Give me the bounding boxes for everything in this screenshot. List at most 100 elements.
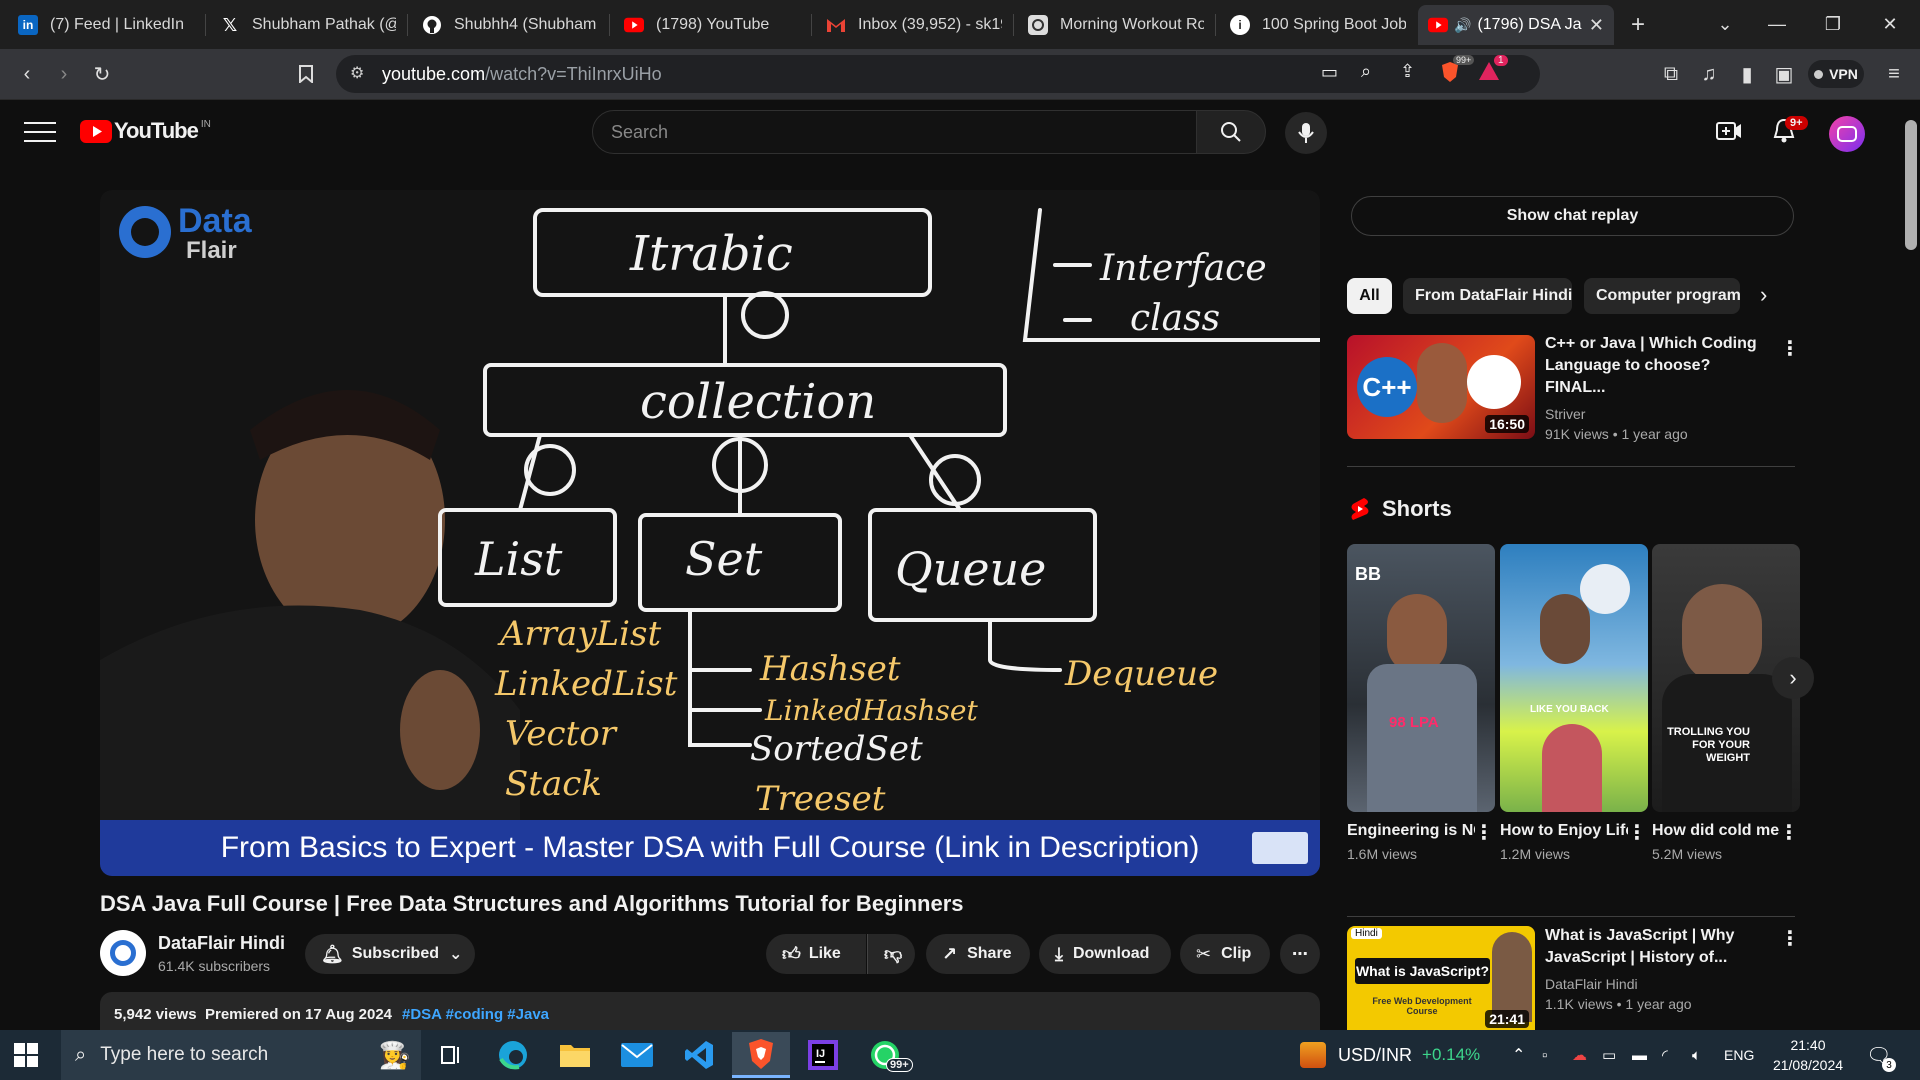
clock[interactable]: 21:40 21/08/2024: [1768, 1030, 1848, 1080]
onedrive-error-icon[interactable]: ☁: [1572, 1030, 1587, 1080]
close-tab-icon[interactable]: ✕: [1583, 15, 1604, 36]
short-menu-icon[interactable]: ⋮: [1779, 820, 1799, 845]
menu-icon[interactable]: ≡: [1879, 59, 1909, 89]
restore-button[interactable]: ❐: [1808, 0, 1858, 49]
board-sortedset-text: SortedSet: [750, 729, 923, 769]
zoom-icon[interactable]: ⌕: [1361, 61, 1371, 82]
whatsapp-icon[interactable]: 99+: [856, 1032, 914, 1078]
vpn-button[interactable]: VPN: [1808, 60, 1864, 88]
wifi-icon[interactable]: ◜: [1662, 1030, 1668, 1080]
tab-youtube-home[interactable]: (1798) YouTube: [614, 5, 810, 45]
intellij-icon[interactable]: IJ: [794, 1032, 852, 1078]
tab-gmail[interactable]: Inbox (39,952) - sk19: [816, 5, 1012, 45]
person-thumbnail: [1682, 584, 1762, 684]
rec-thumbnail[interactable]: Hindi What is JavaScript? Free Web Devel…: [1347, 926, 1535, 1030]
taskbar-search-input[interactable]: ⌕ Type here to search 👩‍🍳: [61, 1030, 421, 1080]
short-card[interactable]: BB 98 LPA Engineering is NOT Pointless!!…: [1347, 544, 1495, 862]
new-tab-button[interactable]: +: [1613, 0, 1663, 49]
file-explorer-icon[interactable]: [546, 1032, 604, 1078]
chip-from-dataflair[interactable]: From DataFlair Hindi: [1403, 278, 1572, 314]
back-icon[interactable]: ‹: [12, 59, 42, 89]
address-bar[interactable]: ⚙ youtube.com/watch?v=ThiInrxUiHo ▭ ⌕ ⇪ …: [336, 55, 1540, 93]
rec-info[interactable]: What is JavaScript | Why JavaScript | Hi…: [1545, 925, 1775, 1014]
clip-button[interactable]: ✂ Clip: [1180, 934, 1270, 974]
avatar[interactable]: [1829, 116, 1865, 152]
tab-github[interactable]: Shubhh4 (Shubham P: [412, 5, 608, 45]
notification-center-icon[interactable]: 🗨︎ 3: [1866, 1030, 1896, 1080]
shorts-next-button[interactable]: ›: [1772, 657, 1814, 699]
like-button[interactable]: 👍︎ Like: [766, 934, 866, 974]
mail-icon[interactable]: [608, 1032, 666, 1078]
site-settings-icon[interactable]: ⚙: [350, 63, 364, 83]
cpp-logo-icon: C++: [1357, 357, 1417, 417]
person-thumbnail: [1542, 724, 1602, 812]
tab-dsa-active[interactable]: 🔊 (1796) DSA Ja ✕: [1418, 5, 1614, 45]
tab-search-chevron-icon[interactable]: ⌄: [1700, 0, 1750, 49]
rec-thumbnail[interactable]: C++ 16:50: [1347, 335, 1535, 439]
youtube-page: YouTube IN Search 9+ Itrabic collection …: [0, 100, 1920, 1052]
task-view-icon[interactable]: [422, 1032, 480, 1078]
voice-search-button[interactable]: [1285, 112, 1327, 154]
tab-spring-boot[interactable]: i 100 Spring Boot Job: [1220, 5, 1416, 45]
edge-icon[interactable]: [484, 1032, 542, 1078]
rec-info[interactable]: C++ or Java | Which Coding Language to c…: [1545, 333, 1775, 444]
channel-avatar[interactable]: [100, 930, 146, 976]
volume-icon[interactable]: 🔈︎: [1692, 1030, 1701, 1080]
cast-icon[interactable]: ▭: [1321, 62, 1338, 83]
scrollbar-thumb[interactable]: [1905, 120, 1917, 250]
show-hidden-icons-chevron[interactable]: ⌃: [1512, 1030, 1525, 1080]
rec-channel: DataFlair Hindi: [1545, 976, 1638, 992]
rec-menu-icon[interactable]: ⋮: [1780, 336, 1800, 361]
tab-separator: [205, 14, 206, 36]
share-button[interactable]: ↗ Share: [926, 934, 1030, 974]
tab-linkedin[interactable]: in (7) Feed | LinkedIn: [8, 5, 204, 45]
battery-icon[interactable]: ▬: [1632, 1030, 1647, 1080]
thumbs-down-icon: 👎︎: [884, 944, 903, 964]
tab-chatgpt[interactable]: Morning Workout Ro: [1018, 5, 1214, 45]
more-actions-button[interactable]: ⋯: [1280, 934, 1320, 974]
bookmark-icon[interactable]: [291, 59, 321, 89]
hashtags[interactable]: #DSA #coding #Java: [402, 1006, 549, 1023]
short-menu-icon[interactable]: ⋮: [1474, 820, 1494, 845]
chip-all[interactable]: All: [1347, 278, 1392, 314]
chip-computer-programming[interactable]: Computer programm: [1584, 278, 1740, 314]
display-icon[interactable]: ▭: [1602, 1030, 1616, 1080]
chips-next-chevron-icon[interactable]: ›: [1760, 282, 1767, 308]
extensions-icon[interactable]: ⧉: [1656, 59, 1686, 89]
brave-shield-icon[interactable]: [1440, 61, 1460, 88]
short-menu-icon[interactable]: ⋮: [1627, 820, 1647, 845]
close-window-button[interactable]: ✕: [1865, 0, 1915, 49]
youtube-logo[interactable]: YouTube IN: [80, 118, 211, 144]
create-icon[interactable]: [1716, 120, 1742, 147]
meet-now-icon[interactable]: ▫: [1542, 1030, 1547, 1080]
reload-icon[interactable]: ↻: [87, 59, 117, 89]
hamburger-menu-icon[interactable]: [24, 118, 56, 144]
rec-title: C++ or Java | Which Coding Language to c…: [1545, 335, 1757, 396]
forex-widget[interactable]: USD/INR +0.14%: [1300, 1030, 1480, 1080]
rec-menu-icon[interactable]: ⋮: [1780, 926, 1800, 951]
page-scrollbar[interactable]: [1902, 100, 1920, 1030]
brave-browser-icon[interactable]: [732, 1032, 790, 1078]
browser-tab-strip: in (7) Feed | LinkedIn 𝕏 Shubham Pathak …: [0, 0, 1920, 49]
vscode-icon[interactable]: [670, 1032, 728, 1078]
search-input[interactable]: Search: [592, 110, 1197, 154]
show-chat-replay-button[interactable]: Show chat replay: [1351, 196, 1794, 236]
media-icon[interactable]: ♫: [1694, 59, 1724, 89]
channel-name[interactable]: DataFlair Hindi: [158, 933, 285, 954]
minimize-button[interactable]: —: [1752, 0, 1802, 49]
wallet-icon[interactable]: ▣: [1769, 59, 1799, 89]
tab-x[interactable]: 𝕏 Shubham Pathak (@S: [210, 5, 406, 45]
forward-icon[interactable]: ›: [49, 59, 79, 89]
sidebar-icon[interactable]: ▮: [1732, 59, 1762, 89]
share-page-icon[interactable]: ⇪: [1400, 61, 1415, 82]
short-card[interactable]: TROLLING YOU FOR YOUR WEIGHT How did col…: [1652, 544, 1800, 862]
short-card[interactable]: LIKE YOU BACK How to Enjoy Life More... …: [1500, 544, 1648, 862]
search-button[interactable]: [1196, 110, 1266, 154]
dislike-button[interactable]: 👎︎: [867, 934, 915, 974]
subscribed-button[interactable]: 🔔︎ Subscribed ⌄: [305, 934, 475, 974]
download-button[interactable]: ⤓ Download: [1039, 934, 1171, 974]
language-indicator[interactable]: ENG: [1724, 1030, 1754, 1080]
windows-start-icon[interactable]: [14, 1043, 38, 1072]
video-player[interactable]: Itrabic collection Interface class List …: [100, 190, 1320, 876]
speaker-icon[interactable]: 🔊: [1454, 17, 1471, 34]
